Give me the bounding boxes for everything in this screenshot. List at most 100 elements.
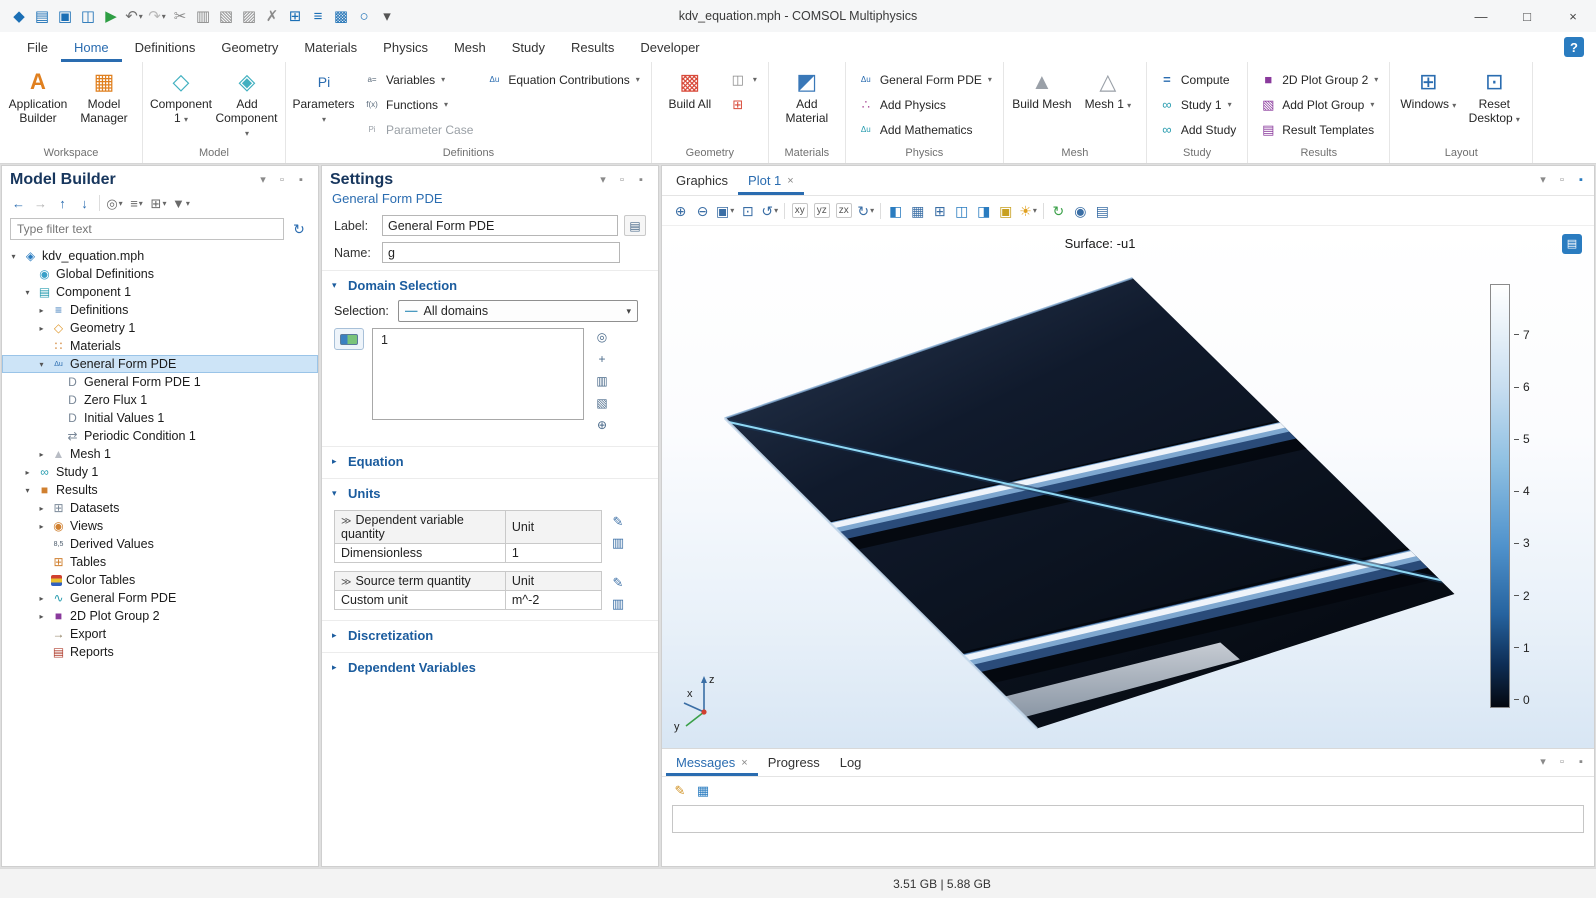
tree-node-mesh-1[interactable]: ▸▲Mesh 1 (2, 445, 318, 463)
graphics-tab-plot-1[interactable]: Plot 1× (738, 166, 804, 195)
float-panel-icon[interactable]: ▫ (613, 171, 631, 189)
delete-icon[interactable]: ✗ (261, 5, 283, 27)
ribbon-build-all[interactable]: ▩Build All (658, 67, 722, 114)
run-icon[interactable]: ▶ (100, 5, 122, 27)
ribbon-2d-plot-group-2[interactable]: ■2D Plot Group 2▾ (1254, 67, 1383, 92)
clear-messages-icon[interactable]: ✎ (670, 780, 690, 800)
node-group-icon[interactable]: ⊞▾ (148, 193, 169, 213)
view-yz-icon[interactable]: yz (811, 200, 832, 222)
save-icon[interactable]: ▣ (54, 5, 76, 27)
zoom-selection-icon[interactable]: ⊕ (592, 416, 612, 434)
ribbon-model-manager[interactable]: ▦Model Manager (72, 67, 136, 128)
tree-expand-arrow[interactable]: ▸ (36, 612, 47, 621)
edit-unit-icon[interactable]: ✎ (608, 512, 628, 530)
unit-list-icon[interactable]: ▥ (608, 533, 628, 551)
ribbon-geometry-parts-icon[interactable]: ◫▾ (724, 67, 762, 92)
redo-icon[interactable]: ↷▾ (146, 5, 168, 27)
menu-tab-file[interactable]: File (14, 32, 61, 62)
search-tools-icon[interactable]: ○ (353, 5, 375, 27)
ribbon-compute[interactable]: =Compute (1153, 67, 1241, 92)
tree-node-global-definitions[interactable]: ◉Global Definitions (2, 265, 318, 283)
compare-icon[interactable]: ⊞ (284, 5, 306, 27)
units-cell[interactable]: Dimensionless (335, 544, 506, 563)
ribbon-result-templates[interactable]: ▤Result Templates (1254, 117, 1383, 142)
copy-selection-icon[interactable]: ▥ (592, 372, 612, 390)
graphics-tab-graphics[interactable]: Graphics (666, 166, 738, 195)
ribbon-general-form-pde[interactable]: ΔuGeneral Form PDE▾ (852, 67, 997, 92)
tree-node-views[interactable]: ▸◉Views (2, 517, 318, 535)
ribbon-add-plot-group[interactable]: ▧Add Plot Group▾ (1254, 92, 1383, 117)
tree-node-results[interactable]: ▾■Results (2, 481, 318, 499)
tree-expand-arrow[interactable]: ▾ (22, 288, 33, 297)
section-header-dependent-variables[interactable]: ▸ Dependent Variables (322, 653, 658, 680)
print-icon[interactable]: ▤ (1092, 200, 1113, 222)
move-down-icon[interactable]: ↓ (74, 193, 95, 213)
tree-node-geometry-1[interactable]: ▸◇Geometry 1 (2, 319, 318, 337)
section-header-domain-selection[interactable]: ▾ Domain Selection (322, 271, 658, 298)
tree-node-export[interactable]: →Export (2, 625, 318, 643)
ribbon-windows[interactable]: ⊞Windows ▾ (1396, 67, 1460, 114)
customize-icon[interactable]: ▾ (376, 5, 398, 27)
minimize-button[interactable]: — (1458, 0, 1504, 32)
tree-node-general-form-pde-1[interactable]: DGeneral Form PDE 1 (2, 373, 318, 391)
view-zx-icon[interactable]: zx (833, 200, 854, 222)
collapse-sections-icon[interactable]: ▾ (1534, 754, 1552, 772)
menu-tab-geometry[interactable]: Geometry (208, 32, 291, 62)
refresh-view-icon[interactable]: ↻▾ (855, 200, 876, 222)
tree-node-general-form-pde[interactable]: ▾ΔuGeneral Form PDE (2, 355, 318, 373)
open-icon[interactable]: ▤ (31, 5, 53, 27)
pin-panel-icon[interactable]: ▪ (632, 171, 650, 189)
close-button[interactable]: × (1550, 0, 1596, 32)
filter-input[interactable] (10, 218, 284, 240)
section-header-discretization[interactable]: ▸ Discretization (322, 621, 658, 648)
tree-node-derived-values[interactable]: 8,5Derived Values (2, 535, 318, 553)
view-xy-icon[interactable]: xy (789, 200, 810, 222)
model-tree-filter-icon[interactable]: ▼▾ (170, 193, 192, 213)
tree-node-tables[interactable]: ⊞Tables (2, 553, 318, 571)
ribbon-build-mesh[interactable]: ▲Build Mesh (1010, 67, 1074, 114)
selection-list[interactable]: 1 (372, 328, 584, 420)
ribbon-equation-contributions[interactable]: ΔuEquation Contributions▾ (480, 67, 644, 92)
maximize-button[interactable]: □ (1504, 0, 1550, 32)
tree-expand-arrow[interactable]: ▾ (22, 486, 33, 495)
pin-panel-blue-icon[interactable]: ▪ (1572, 172, 1590, 190)
ribbon-parameters[interactable]: PiParameters ▾ (292, 67, 356, 128)
name-input[interactable] (382, 242, 620, 263)
split-vertical-icon[interactable]: ◨ (973, 200, 994, 222)
close-tab-icon[interactable]: × (741, 757, 747, 769)
comsol-logo-icon[interactable]: ◆ (8, 5, 30, 27)
plot-area[interactable]: Surface: -u1 (662, 226, 1594, 748)
duplicate-icon[interactable]: ▨ (238, 5, 260, 27)
menu-tab-developer[interactable]: Developer (627, 32, 712, 62)
surface-3d-plot[interactable] (674, 250, 1474, 736)
split-horizontal-icon[interactable]: ◫ (951, 200, 972, 222)
ribbon-study-1[interactable]: ∞Study 1▾ (1153, 92, 1241, 117)
float-panel-icon[interactable]: ▫ (1553, 172, 1571, 190)
undo-icon[interactable]: ↶▾ (123, 5, 145, 27)
ribbon-variables[interactable]: a=Variables▾ (358, 67, 478, 92)
edit-unit-icon[interactable]: ✎ (608, 573, 628, 591)
plot-table-icon[interactable]: ⊞ (929, 200, 950, 222)
plot-context-icon[interactable]: ▤ (1567, 239, 1577, 250)
scene-light-icon[interactable]: ☀▾ (1017, 200, 1039, 222)
tree-node-materials[interactable]: ∷Materials (2, 337, 318, 355)
ribbon-add-material[interactable]: ◩Add Material (775, 67, 839, 128)
ribbon-functions[interactable]: f(x)Functions▾ (358, 92, 478, 117)
close-tab-icon[interactable]: × (787, 175, 793, 187)
tree-expand-arrow[interactable]: ▸ (36, 450, 47, 459)
tree-expand-arrow[interactable]: ▸ (36, 306, 47, 315)
tree-expand-arrow[interactable]: ▸ (36, 324, 47, 333)
ribbon-application-builder[interactable]: AApplication Builder (6, 67, 70, 128)
copy-icon[interactable]: ▥ (192, 5, 214, 27)
tree-node-initial-values-1[interactable]: DInitial Values 1 (2, 409, 318, 427)
plot-context-button[interactable]: ▤ (1562, 234, 1582, 254)
show-icon[interactable]: ◎▾ (104, 193, 125, 213)
pin-panel-icon[interactable]: ▪ (292, 171, 310, 189)
units-cell[interactable]: m^-2 (505, 591, 601, 610)
tree-expand-arrow[interactable]: ▸ (22, 468, 33, 477)
tree-node-2d-plot-group-2[interactable]: ▸■2D Plot Group 2 (2, 607, 318, 625)
float-panel-icon[interactable]: ▫ (1553, 754, 1571, 772)
snapshot-icon[interactable]: ◉ (1070, 200, 1091, 222)
nav-forward-icon[interactable]: → (30, 193, 51, 213)
image-export-icon[interactable]: ▩ (330, 5, 352, 27)
